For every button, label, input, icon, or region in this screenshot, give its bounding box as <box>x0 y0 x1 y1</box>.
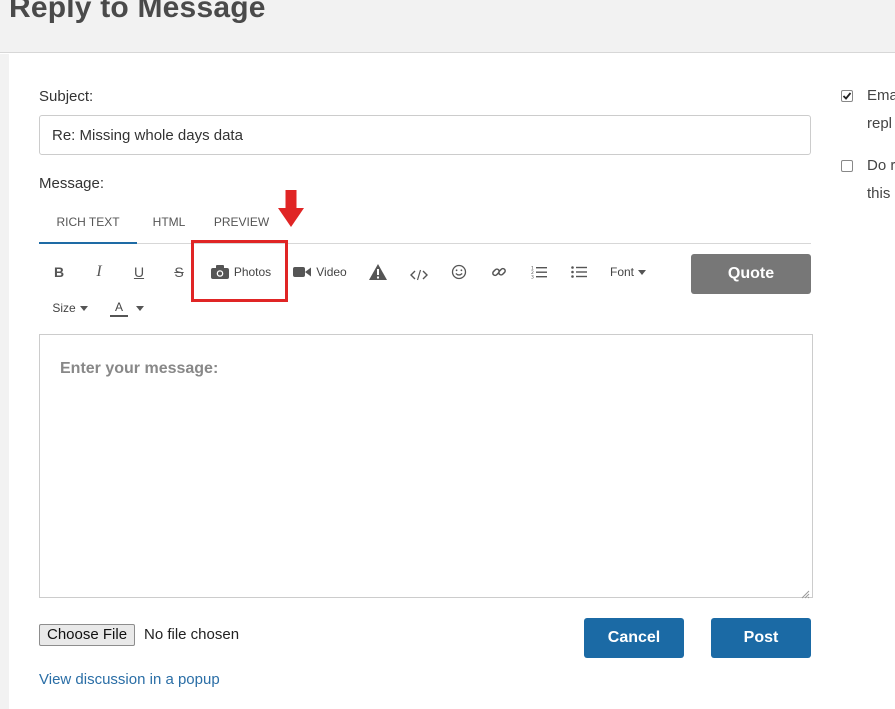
second-option-text-line1: Do r <box>867 157 895 174</box>
strikethrough-button[interactable]: S <box>170 260 188 284</box>
second-option-checkbox[interactable] <box>841 160 853 172</box>
text-color-label: A <box>110 300 128 317</box>
tab-preview[interactable]: PREVIEW <box>209 200 274 244</box>
bold-button[interactable]: B <box>50 260 68 284</box>
code-icon <box>410 269 428 281</box>
red-arrow-icon <box>278 190 304 233</box>
email-replies-text-line2: repl <box>867 115 893 132</box>
view-discussion-popup-link[interactable]: View discussion in a popup <box>39 671 220 688</box>
warning-icon <box>369 264 387 280</box>
video-button[interactable]: Video <box>293 260 347 284</box>
caret-down-icon <box>79 305 88 311</box>
photos-highlight-box <box>191 240 288 302</box>
editor-tabs: RICH TEXT HTML PREVIEW <box>39 200 811 244</box>
tab-rich-text[interactable]: RICH TEXT <box>39 200 137 244</box>
size-label: Size <box>52 301 76 315</box>
unordered-list-icon <box>571 265 587 279</box>
font-dropdown[interactable]: Font <box>606 260 650 284</box>
post-button[interactable]: Post <box>711 618 811 658</box>
email-replies-checkbox[interactable] <box>841 90 853 102</box>
font-label: Font <box>609 265 634 279</box>
subject-input[interactable] <box>39 115 811 155</box>
smiley-icon <box>451 264 467 280</box>
caret-down-icon <box>638 269 646 275</box>
video-label: Video <box>316 265 347 279</box>
email-replies-text-line1: Ema <box>867 87 895 104</box>
left-gutter <box>0 54 9 709</box>
resize-grip-icon[interactable] <box>801 586 810 599</box>
second-option-text-line2: this <box>867 185 891 202</box>
message-label: Message: <box>39 175 105 192</box>
page-title: Reply to Message <box>9 0 266 24</box>
editor-placeholder: Enter your message: <box>60 360 219 377</box>
link-button[interactable] <box>489 260 509 284</box>
numbered-list-button[interactable]: 123 <box>529 260 549 284</box>
code-button[interactable] <box>409 263 429 287</box>
size-dropdown[interactable]: Size <box>48 296 92 320</box>
svg-text:3: 3 <box>531 275 534 280</box>
underline-button[interactable]: U <box>130 260 148 284</box>
italic-button[interactable]: I <box>90 260 108 284</box>
video-camera-icon <box>293 266 312 278</box>
caret-down-icon <box>136 305 144 311</box>
text-color-dropdown[interactable]: A <box>106 296 148 320</box>
file-status: No file chosen <box>144 626 240 643</box>
emoji-button[interactable] <box>449 260 469 284</box>
cancel-button[interactable]: Cancel <box>584 618 684 658</box>
page-header: Reply to Message <box>0 0 895 53</box>
quote-button[interactable]: Quote <box>691 254 811 294</box>
spoiler-warning-button[interactable] <box>368 260 388 284</box>
message-editor[interactable]: Enter your message: <box>39 334 813 599</box>
bullet-list-button[interactable] <box>569 260 589 284</box>
link-icon <box>491 264 507 280</box>
ordered-list-icon: 123 <box>531 265 547 279</box>
subject-label: Subject: <box>39 88 94 105</box>
tab-html[interactable]: HTML <box>144 200 194 244</box>
choose-file-button[interactable]: Choose File <box>39 624 136 646</box>
